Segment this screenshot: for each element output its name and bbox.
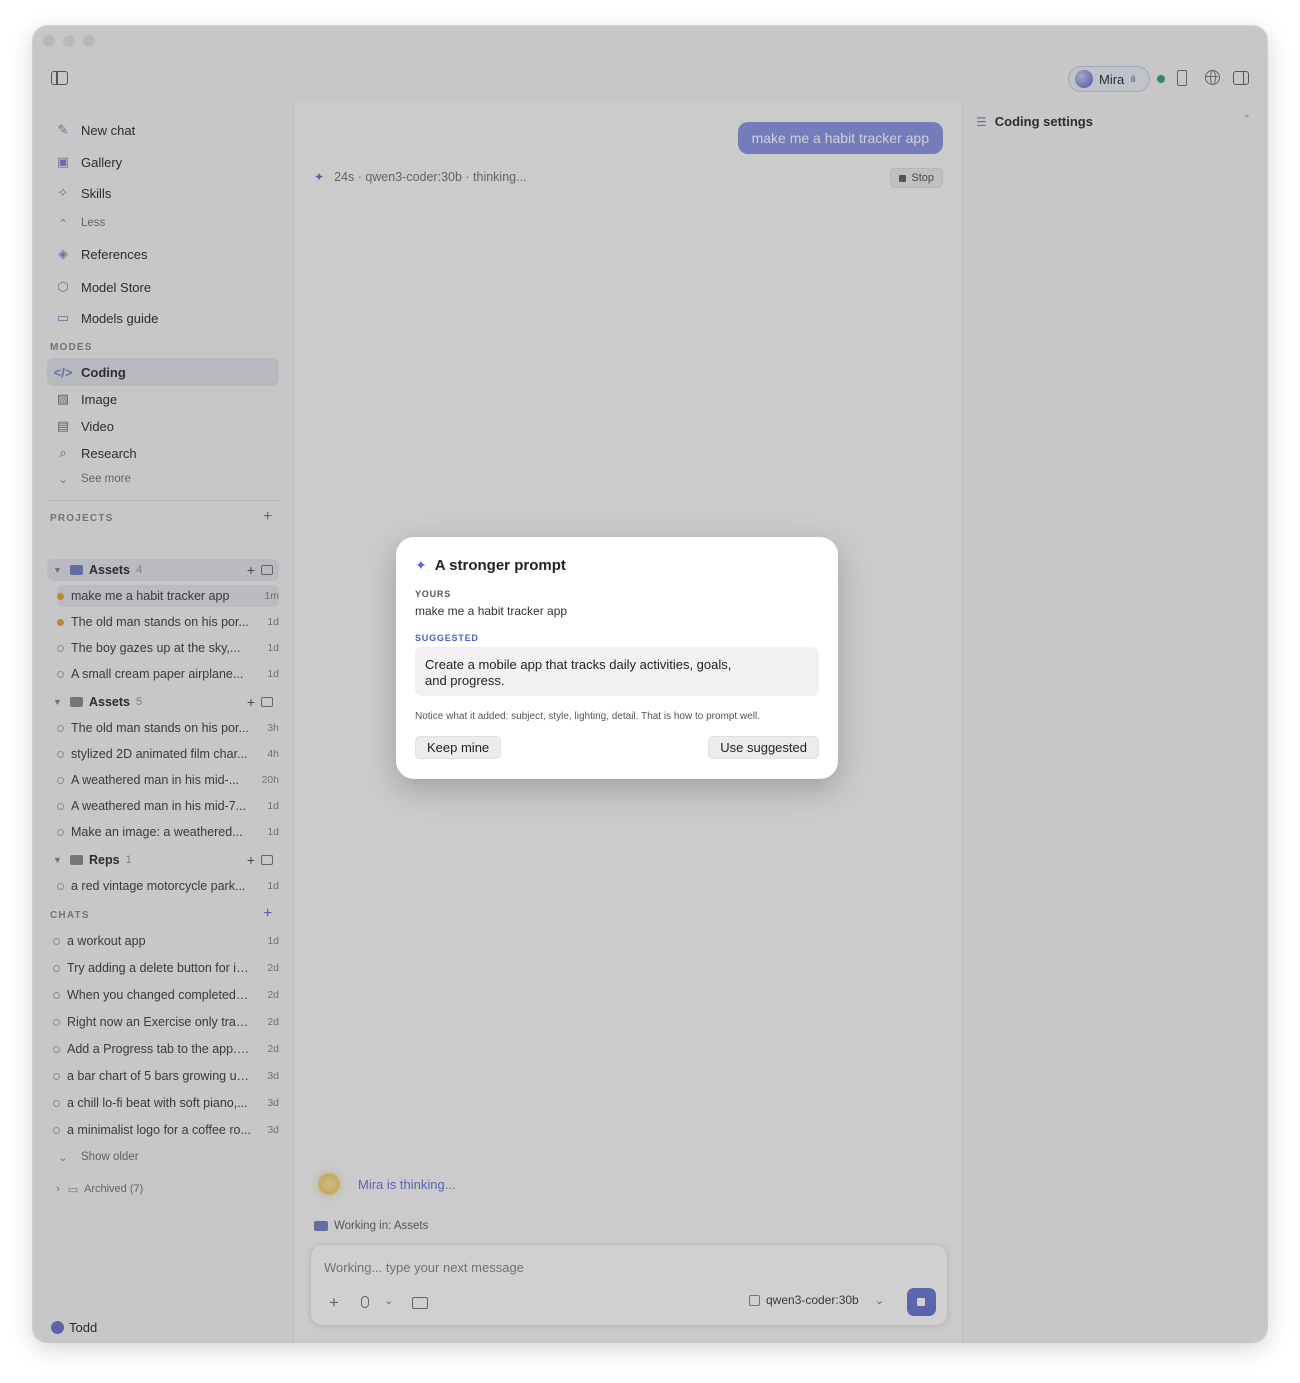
stronger-prompt-dialog: ✦ A stronger prompt YOURS make me a habi…: [396, 537, 838, 779]
dialog-title-text: A stronger prompt: [434, 557, 566, 574]
suggested-prompt-box: Create a mobile app that tracks daily ac…: [415, 647, 819, 696]
suggested-text: Create a mobile app that tracks daily ac…: [425, 657, 732, 688]
suggested-label: SUGGESTED: [415, 633, 479, 643]
yours-label: YOURS: [415, 589, 452, 599]
use-suggested-button[interactable]: Use suggested: [708, 736, 819, 759]
sparkle-icon: ✦: [415, 557, 427, 573]
yours-text: make me a habit tracker app: [415, 604, 568, 618]
notice-text: Notice what it added: subject, style, li…: [415, 711, 760, 722]
dialog-title: ✦ A stronger prompt: [415, 557, 566, 574]
keep-mine-button[interactable]: Keep mine: [415, 736, 502, 759]
